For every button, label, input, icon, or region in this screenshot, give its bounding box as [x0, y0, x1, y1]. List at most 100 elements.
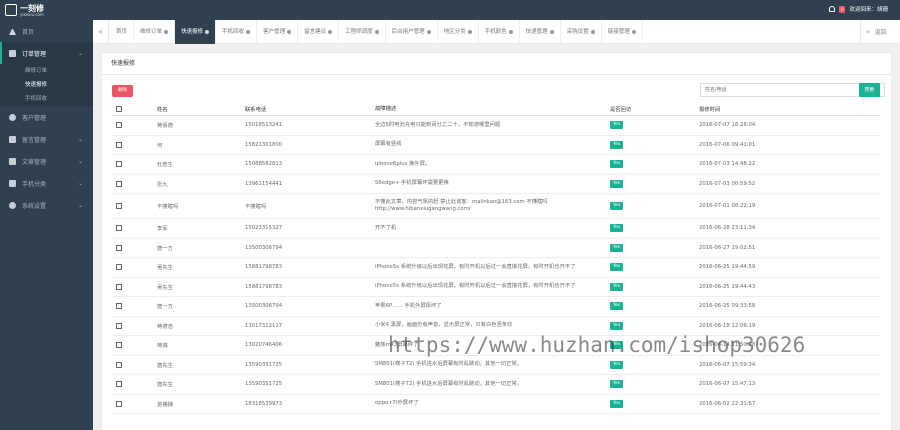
close-icon[interactable] — [590, 29, 595, 34]
table-row[interactable]: 吴先生 15881798783 iPhone5s 系统升级以后出现花屏，有时开机以后… — [112, 278, 881, 297]
sidebar-item-phone-category[interactable]: 手机分类 ⌄ — [0, 172, 93, 194]
row-checkbox[interactable] — [116, 264, 122, 271]
cell-description: S6edge+ 手机屏幕坏需要更换 — [375, 175, 615, 194]
visited-badge[interactable]: Yes — [610, 360, 624, 369]
sidebar-item-settings[interactable]: 系统设置 ⌄ — [0, 194, 93, 216]
select-all-checkbox[interactable] — [116, 106, 122, 112]
visited-badge[interactable]: Yes — [610, 302, 624, 311]
row-checkbox[interactable] — [116, 400, 122, 407]
table-row[interactable]: 杜若生 15088582813 iphone6plus 换外屏。 Yes 2016-07… — [112, 155, 881, 175]
logo[interactable]: 一刻修 yikexiu.com — [0, 0, 93, 20]
tab-item[interactable]: 工程师调度 — [339, 20, 386, 44]
sidebar-item-customers[interactable]: 客户管理 — [0, 106, 93, 128]
tab-item[interactable]: 维修订单 — [134, 20, 176, 44]
top-bar: 一刻修 yikexiu.com 0 欢迎回来：胡珊 — [0, 0, 900, 20]
visited-badge[interactable]: Yes — [610, 121, 624, 130]
close-icon[interactable] — [205, 29, 210, 34]
table-row[interactable]: 唐一方 13500306794 苹果6P…… 手机外屏摔坏了 Yes 2016-06-2… — [112, 297, 881, 317]
close-icon[interactable] — [328, 29, 333, 34]
visited-badge[interactable]: Yes — [610, 282, 624, 291]
sidebar-item-orders[interactable]: 订单管理 ⌄ — [0, 42, 93, 64]
search-button[interactable]: 搜索 — [859, 83, 880, 97]
table-row[interactable]: 张九 13961154441 S6edge+ 手机屏幕坏需要更换 Yes 2016-07… — [112, 175, 881, 194]
sidebar-item-articles[interactable]: 文章管理 ⌄ — [0, 150, 93, 172]
tab-item[interactable]: 地区分类 — [438, 20, 479, 44]
row-checkbox[interactable] — [116, 342, 122, 349]
bell-icon[interactable] — [828, 6, 835, 12]
table-row[interactable]: 何 15821301800 屏幕有竖线 Yes 2016-07-06 09:41:01 — [112, 136, 881, 155]
visited-badge[interactable]: Yes — [610, 179, 624, 188]
cell-visited: Yes — [610, 194, 624, 218]
notify-badge[interactable]: 0 — [838, 5, 846, 13]
table-row[interactable]: 苗捕捕 18318539973 oppo r7t外屏坏了 Yes 2016-06-02 … — [112, 395, 881, 414]
submenu-quick-repair[interactable]: 快速报修 — [0, 78, 93, 92]
visited-badge[interactable]: Yes — [610, 341, 624, 350]
row-checkbox[interactable] — [116, 361, 122, 368]
tab-scroll-right-icon[interactable]: » — [861, 28, 875, 36]
close-icon[interactable] — [246, 29, 251, 34]
cell-time: 2016-07-03 00:59:52 — [699, 175, 755, 194]
row-checkbox[interactable] — [116, 203, 122, 209]
close-icon[interactable] — [164, 29, 169, 34]
row-select-cell — [116, 116, 122, 135]
tab-item[interactable]: 快速报修 — [175, 20, 217, 44]
close-icon[interactable] — [426, 29, 431, 34]
visited-badge[interactable]: Yes — [610, 380, 624, 389]
back-button[interactable]: 返回 — [875, 28, 886, 36]
visited-badge[interactable]: Yes — [610, 399, 624, 408]
row-checkbox[interactable] — [116, 141, 122, 148]
table-row[interactable]: 李军 15023315327 开不了机 Yes 2016-06-28 23:11:34 — [112, 219, 881, 239]
search-input[interactable] — [700, 83, 885, 97]
tab-scroll-left-icon[interactable]: « — [93, 20, 109, 44]
close-icon[interactable] — [631, 29, 636, 34]
table-row[interactable]: 蒋佰德 15018513241 全边5时电池充电只能到百分之二十，不知道哪里问题 Ye… — [112, 116, 881, 136]
submenu-phone-recycle[interactable]: 手机回收 — [0, 92, 93, 106]
close-icon[interactable] — [467, 29, 472, 34]
table-row[interactable]: 不懂瞎吗 不懂瞎吗 不懂此文章，内容气氛的赶 禁止此询客：malinkan@163.… — [112, 194, 881, 219]
visited-badge[interactable]: Yes — [610, 202, 624, 210]
tab-item[interactable]: 链接管理 — [602, 20, 643, 44]
row-checkbox[interactable] — [116, 122, 122, 129]
cell-visited: Yes — [610, 336, 624, 355]
close-icon[interactable] — [374, 29, 379, 34]
visited-badge[interactable]: Yes — [610, 160, 624, 169]
delete-button[interactable]: 删除 — [112, 85, 133, 97]
visited-badge[interactable]: Yes — [610, 224, 624, 233]
table-row[interactable]: 唐先生 13590351725 SM801(楼子T2) 手机进水后屏幕有时乱跳动，其… — [112, 356, 881, 375]
welcome-text[interactable]: 欢迎回来：胡珊 — [849, 5, 888, 13]
row-checkbox[interactable] — [116, 322, 122, 329]
cell-name-text: 蒋瑞 — [157, 343, 168, 350]
row-checkbox[interactable] — [116, 225, 122, 232]
tab-item[interactable]: 留言建议 — [298, 20, 340, 44]
sidebar-item-messages[interactable]: 留言管理 ⌄ — [0, 128, 93, 150]
table-row[interactable]: 吴先生 15881798783 iPhone5s 系统升级以后出现花屏，有时开机以后… — [112, 258, 881, 278]
visited-badge[interactable]: Yes — [610, 321, 624, 330]
tab-item[interactable]: 快递管理 — [520, 20, 561, 44]
row-checkbox[interactable] — [116, 303, 122, 310]
row-checkbox[interactable] — [116, 283, 122, 290]
close-icon[interactable] — [287, 29, 292, 34]
tab-item[interactable]: 手机回收 — [216, 20, 258, 44]
row-checkbox[interactable] — [116, 161, 122, 168]
visited-badge[interactable]: Yes — [610, 140, 624, 149]
close-icon[interactable] — [549, 29, 554, 34]
visited-badge[interactable]: Yes — [610, 263, 624, 272]
tab-item[interactable]: 采购设置 — [561, 20, 602, 44]
row-checkbox[interactable] — [116, 244, 122, 251]
tab-item[interactable]: 首页 — [110, 20, 135, 44]
submenu-repair-orders[interactable]: 维修订单 — [0, 64, 93, 78]
select-all-cell[interactable] — [116, 103, 122, 115]
visited-badge[interactable]: Yes — [610, 243, 624, 252]
tab-item[interactable]: 客户管理 — [257, 20, 299, 44]
close-icon[interactable] — [508, 29, 513, 34]
sidebar-item-home[interactable]: 首页 — [0, 20, 93, 42]
tab-item[interactable]: 后台用户管理 — [386, 20, 438, 44]
tab-item[interactable]: 手机颜色 — [479, 20, 520, 44]
table-row[interactable]: 唐先生 13590351725 SM801(楼子T2) 手机进水后屏幕有时乱跳动，其… — [112, 375, 881, 395]
table-row[interactable]: 唐一方 13500306794 Yes 2016-06-27 19:02:51 — [112, 239, 881, 258]
row-checkbox[interactable] — [116, 180, 122, 187]
row-checkbox[interactable] — [116, 381, 122, 388]
table-row[interactable]: 蒋德浩 13017312117 小米4 黑屏，画面仍有声音，显示屏正常，只有白色竖条… — [112, 317, 881, 336]
cell-visited: Yes — [610, 375, 624, 394]
table-row[interactable]: 蒋瑞 13020746406 魅族mx3屏幕碎了 Yes 2016-06-14 11:5… — [112, 336, 881, 356]
